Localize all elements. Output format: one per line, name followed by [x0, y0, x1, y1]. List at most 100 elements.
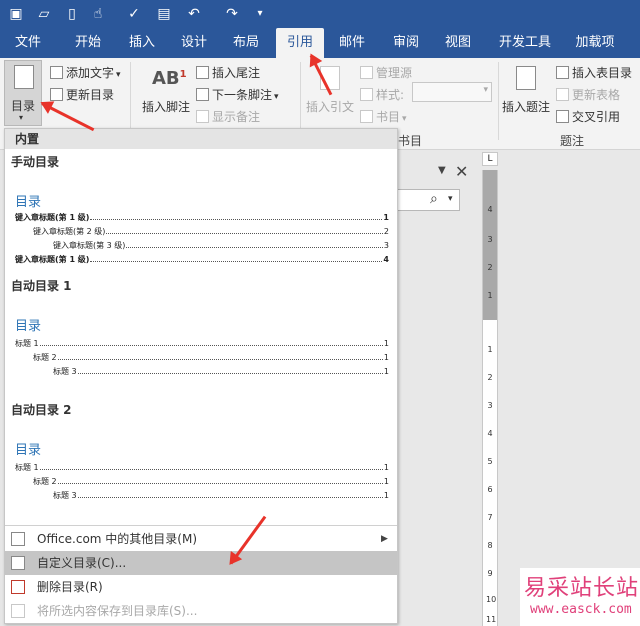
toc-button-label: 目录 — [11, 99, 36, 113]
touch-mode-icon[interactable]: ☝ — [88, 4, 108, 24]
toc-preview-line: 标题 21 — [33, 477, 389, 486]
toc-preview-line: 标题 11 — [15, 463, 389, 472]
gallery-item-auto-toc-1[interactable]: 自动目录 1 目录 标题 11 标题 21 标题 31 — [5, 275, 397, 395]
insert-endnote-label: 插入尾注 — [212, 66, 261, 80]
chevron-down-icon[interactable]: ▼ — [438, 165, 446, 176]
ruler-number: 6 — [487, 485, 493, 494]
new-document-icon[interactable]: ▯ — [62, 4, 82, 24]
add-text-icon — [50, 66, 63, 79]
remove-toc-label: 删除目录(R) — [37, 580, 103, 594]
tab-layout[interactable]: 布局 — [224, 28, 268, 58]
chevron-down-icon: ▾ — [116, 70, 121, 80]
search-icon[interactable]: ⌕ — [430, 191, 438, 207]
toc-preview-line: 键入章标题(第 1 级) 1 — [15, 213, 389, 222]
custom-toc-item[interactable]: 自定义目录(C)... — [5, 551, 397, 575]
update-toc-label: 更新目录 — [66, 88, 115, 102]
manage-sources-button[interactable]: 管理源 — [360, 64, 412, 81]
insert-citation-label: 插入引文 — [306, 100, 355, 114]
toc-preview-line: 键入章标题(第 3 级) 3 — [53, 241, 389, 250]
tab-home[interactable]: 开始 — [66, 28, 110, 58]
tab-developer[interactable]: 开发工具 — [494, 28, 556, 58]
update-toc-button[interactable]: 更新目录 — [50, 86, 114, 103]
next-footnote-label: 下一条脚注 — [212, 88, 273, 102]
open-folder-icon[interactable]: ▱ — [34, 4, 54, 24]
toc-preview-line: 标题 31 — [53, 491, 389, 500]
toc-preview-line: 标题 11 — [15, 339, 389, 348]
insert-endnote-button[interactable]: 插入尾注 — [196, 64, 260, 81]
toc-button[interactable]: 目录 ▾ — [4, 60, 42, 126]
tab-review[interactable]: 审阅 — [384, 28, 428, 58]
watermark-url: www.easck.com — [530, 602, 632, 617]
caption-icon — [516, 66, 536, 90]
save-to-gallery-icon — [11, 604, 25, 618]
gallery-header: 内置 — [5, 129, 397, 149]
next-footnote-button[interactable]: 下一条脚注 ▾ — [196, 86, 279, 103]
print-preview-icon[interactable]: ▤ — [154, 4, 174, 24]
toc-preview-line: 标题 31 — [53, 367, 389, 376]
undo-icon[interactable]: ↶ — [184, 4, 204, 24]
update-table-icon — [556, 88, 569, 101]
watermark-text: 易采站长站 — [524, 576, 640, 601]
tab-selector[interactable]: L — [482, 152, 498, 166]
vertical-ruler[interactable]: 4 3 2 1 1 2 3 4 5 6 7 8 9 10 11 — [482, 170, 498, 626]
bibliography-button[interactable]: 书目 ▾ — [360, 108, 407, 125]
toc-preview-line: 键入章标题(第 1 级) 4 — [15, 255, 389, 264]
update-table-label: 更新表格 — [572, 88, 621, 102]
chevron-down-icon: ▾ — [483, 85, 488, 95]
gallery-item-title: 自动目录 1 — [11, 279, 72, 293]
navigation-search-input[interactable]: ⌕ ▾ — [398, 189, 460, 211]
chevron-down-icon: ▾ — [402, 114, 407, 124]
save-icon[interactable]: ▣ — [6, 4, 26, 24]
ruler-number: 2 — [487, 373, 493, 382]
office-more-toc-item[interactable]: Office.com 中的其他目录(M) ▶ — [5, 527, 397, 551]
tab-view[interactable]: 视图 — [436, 28, 480, 58]
show-notes-icon — [196, 110, 209, 123]
save-selection-label: 将所选内容保存到目录库(S)... — [37, 604, 198, 618]
tab-insert[interactable]: 插入 — [120, 28, 164, 58]
tab-mailings[interactable]: 邮件 — [330, 28, 374, 58]
insert-caption-button[interactable]: 插入题注 — [500, 62, 554, 124]
style-label-group: 样式: — [360, 86, 404, 103]
insert-table-of-figures-button[interactable]: 插入表目录 — [556, 64, 632, 81]
ruler-number: 4 — [487, 429, 493, 438]
add-text-button[interactable]: 添加文字 ▾ — [50, 64, 121, 81]
ruler-number: 10 — [486, 595, 497, 604]
ruler-number: 9 — [487, 569, 493, 578]
footnote-superscript: 1 — [179, 69, 187, 80]
tab-file[interactable]: 文件 — [6, 28, 50, 58]
close-icon[interactable]: ✕ — [455, 162, 468, 181]
tab-design[interactable]: 设计 — [172, 28, 216, 58]
quick-access-toolbar: ▣ ▱ ▯ ☝ ✓ ▤ ↶ ↷ ▾ — [0, 0, 640, 28]
remove-toc-item[interactable]: 删除目录(R) — [5, 575, 397, 599]
ruler-number: 3 — [487, 401, 493, 410]
show-notes-button[interactable]: 显示备注 — [196, 108, 260, 125]
refresh-icon — [50, 88, 63, 101]
style-icon — [360, 88, 373, 101]
chevron-right-icon: ▶ — [381, 534, 388, 544]
style-label: 样式: — [376, 88, 405, 102]
footnote-glyph: AB — [152, 68, 180, 89]
watermark: 易采站长站 www.easck.com — [520, 568, 640, 626]
insert-footnote-button[interactable]: AB1 插入脚注 — [138, 62, 192, 124]
ruler-number: 8 — [487, 541, 493, 550]
table-of-contents-icon — [14, 65, 34, 89]
style-select[interactable]: ▾ — [412, 82, 492, 102]
spelling-check-icon[interactable]: ✓ — [124, 4, 144, 24]
bibliography-label: 书目 — [376, 110, 401, 124]
customize-qat-icon[interactable]: ▾ — [250, 4, 270, 24]
update-table-button[interactable]: 更新表格 — [556, 86, 620, 103]
save-selection-to-gallery-item[interactable]: 将所选内容保存到目录库(S)... — [5, 599, 397, 623]
menu-divider — [5, 525, 397, 526]
insert-caption-label: 插入题注 — [502, 100, 551, 114]
ruler-number: 2 — [487, 263, 493, 272]
gallery-item-auto-toc-2[interactable]: 自动目录 2 目录 标题 11 标题 21 标题 31 — [5, 399, 397, 519]
redo-icon[interactable]: ↷ — [222, 4, 242, 24]
chevron-down-icon[interactable]: ▾ — [448, 194, 453, 204]
tab-addins[interactable]: 加载项 — [570, 28, 620, 58]
add-text-label: 添加文字 — [66, 66, 115, 80]
endnote-icon — [196, 66, 209, 79]
toc-preview-heading: 目录 — [15, 319, 42, 334]
cross-reference-button[interactable]: 交叉引用 — [556, 108, 620, 125]
gallery-item-manual-toc[interactable]: 手动目录 目录 键入章标题(第 1 级) 1 键入章标题(第 2 级) 2 键入章标… — [5, 149, 397, 277]
ruler-number: 5 — [487, 457, 493, 466]
